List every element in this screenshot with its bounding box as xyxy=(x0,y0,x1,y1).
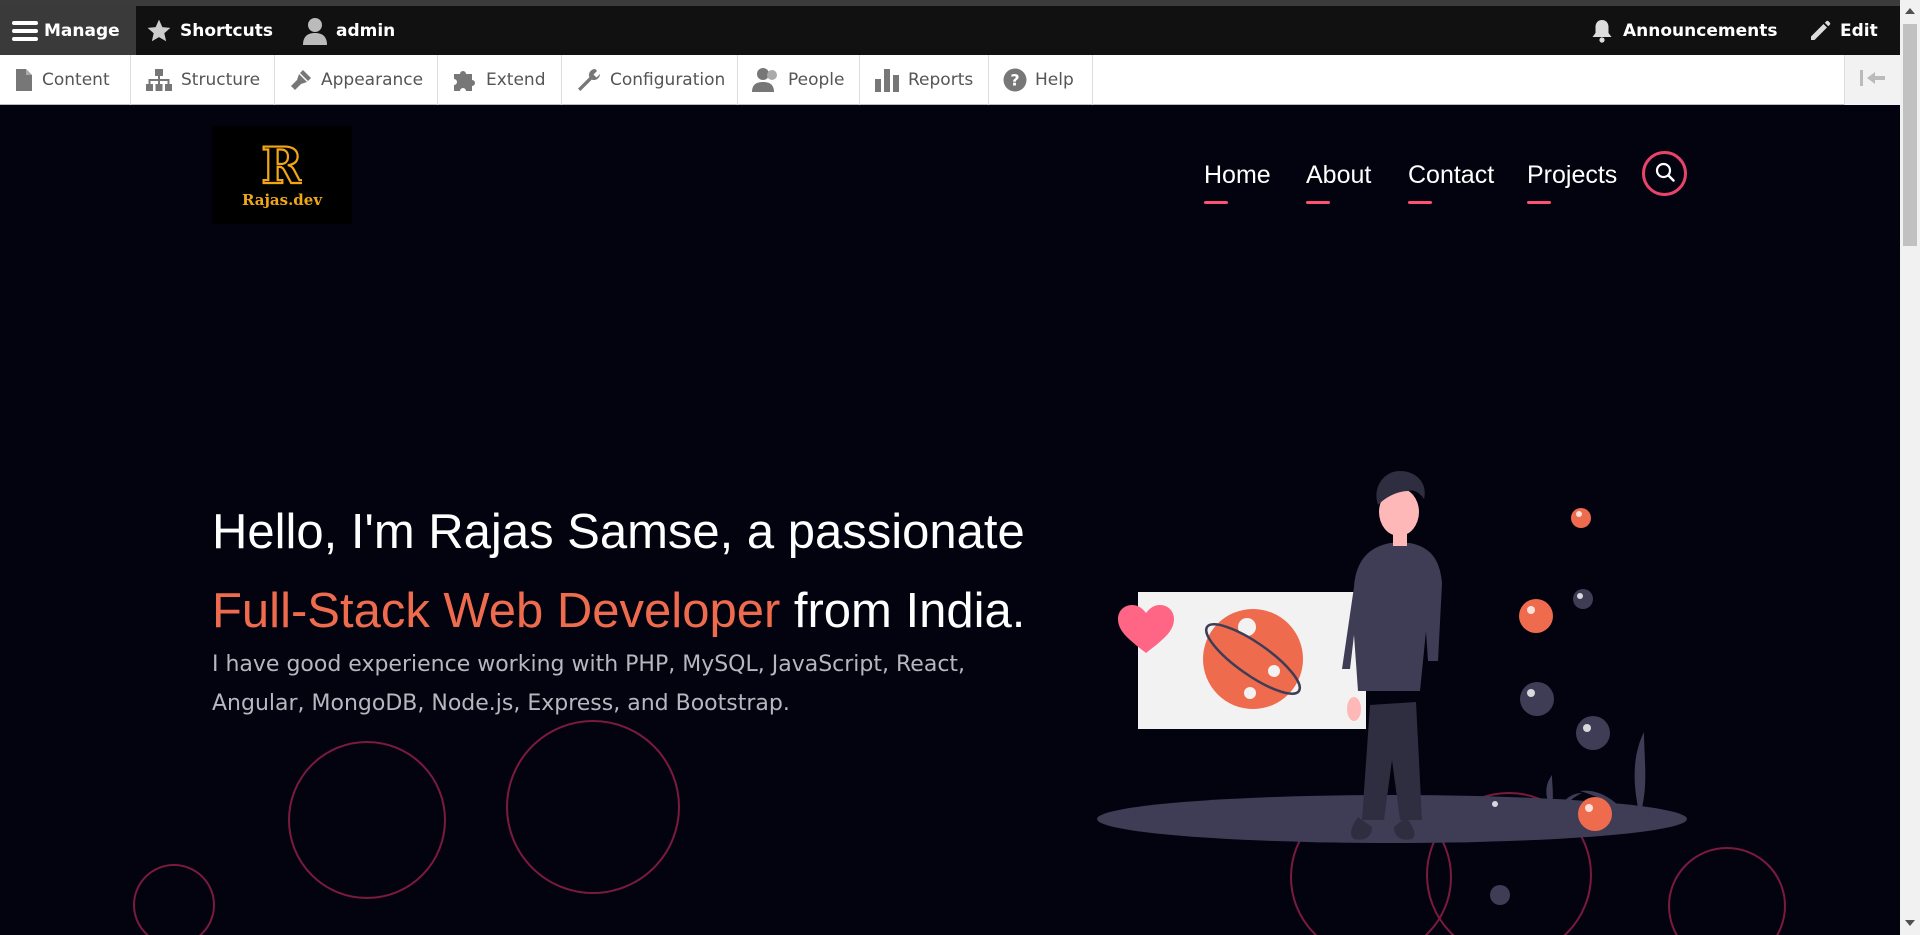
hero-subtitle: I have good experience working with PHP,… xyxy=(212,652,966,716)
tray-item-label: Content xyxy=(42,70,110,90)
tray-item-help[interactable]: ? Help xyxy=(989,55,1093,105)
edit-button[interactable]: Edit xyxy=(1808,6,1878,55)
tray-item-reports[interactable]: Reports xyxy=(860,55,989,105)
tray-item-label: Extend xyxy=(486,70,546,90)
search-button[interactable] xyxy=(1642,151,1687,196)
puzzle-icon xyxy=(452,68,478,92)
tray-item-structure[interactable]: Structure xyxy=(131,55,275,105)
tray-item-configuration[interactable]: Configuration xyxy=(562,55,738,105)
tray-item-content[interactable]: Content xyxy=(0,55,131,105)
tray-item-label: Structure xyxy=(181,70,261,90)
hamburger-icon xyxy=(12,20,38,42)
scroll-down-icon[interactable] xyxy=(1905,920,1915,926)
nav-contact[interactable]: Contact xyxy=(1408,161,1494,204)
tray-item-label: Help xyxy=(1035,70,1074,90)
bell-icon xyxy=(1591,19,1613,43)
shortcuts-button[interactable]: Shortcuts xyxy=(146,6,273,55)
tray-item-label: People xyxy=(788,70,845,90)
tray-item-label: Appearance xyxy=(321,70,424,90)
help-icon: ? xyxy=(1003,68,1027,92)
nav-about[interactable]: About xyxy=(1306,161,1371,204)
announcements-button[interactable]: Announcements xyxy=(1591,6,1777,55)
manage-button[interactable]: Manage xyxy=(0,6,136,55)
nav-home[interactable]: Home xyxy=(1204,161,1271,204)
file-icon xyxy=(14,68,34,92)
search-icon xyxy=(1655,162,1675,186)
sitemap-icon xyxy=(145,68,173,92)
shortcuts-label: Shortcuts xyxy=(180,20,273,41)
admin-toolbar: Manage Shortcuts admin Announcements Edi… xyxy=(0,0,1920,55)
wrench-icon xyxy=(576,67,602,93)
user-icon xyxy=(302,17,328,45)
tray-item-label: Reports xyxy=(908,70,974,90)
tray-item-appearance[interactable]: Appearance xyxy=(275,55,438,105)
tray-item-label: Configuration xyxy=(610,70,726,90)
hero-accent: Full-Stack Web Developer xyxy=(212,584,781,638)
scrollbar-thumb[interactable] xyxy=(1903,24,1917,246)
people-icon xyxy=(752,67,780,93)
tray-item-people[interactable]: People xyxy=(738,55,860,105)
admin-tray: Content Structure Appearance Extend Conf… xyxy=(0,55,1920,105)
collapse-left-icon xyxy=(1859,68,1887,92)
tray-item-extend[interactable]: Extend xyxy=(438,55,562,105)
scroll-up-icon[interactable] xyxy=(1905,8,1915,14)
edit-label: Edit xyxy=(1840,20,1878,41)
hero-heading: Hello, I'm Rajas Samse, a passionate Ful… xyxy=(212,493,1112,651)
hero-line-1: Hello, I'm Rajas Samse, a passionate xyxy=(212,505,1025,559)
bar-chart-icon xyxy=(874,67,900,93)
pencil-icon xyxy=(1808,19,1832,43)
main-nav: Home About Contact Projects xyxy=(0,161,1900,204)
site-page: R Rajas.dev Home About Contact Projects … xyxy=(0,105,1900,935)
user-menu-button[interactable]: admin xyxy=(302,6,395,55)
tray-orientation-toggle[interactable] xyxy=(1844,55,1900,105)
page-scrollbar[interactable] xyxy=(1900,0,1920,935)
nav-projects[interactable]: Projects xyxy=(1527,161,1617,204)
hero-line-2: from India. xyxy=(780,584,1026,638)
svg-text:?: ? xyxy=(1010,71,1019,90)
star-icon xyxy=(146,18,172,44)
user-label: admin xyxy=(336,20,396,41)
manage-label: Manage xyxy=(44,20,120,41)
developer-illustration xyxy=(1097,471,1687,905)
brush-icon xyxy=(289,68,313,92)
announcements-label: Announcements xyxy=(1623,20,1778,41)
